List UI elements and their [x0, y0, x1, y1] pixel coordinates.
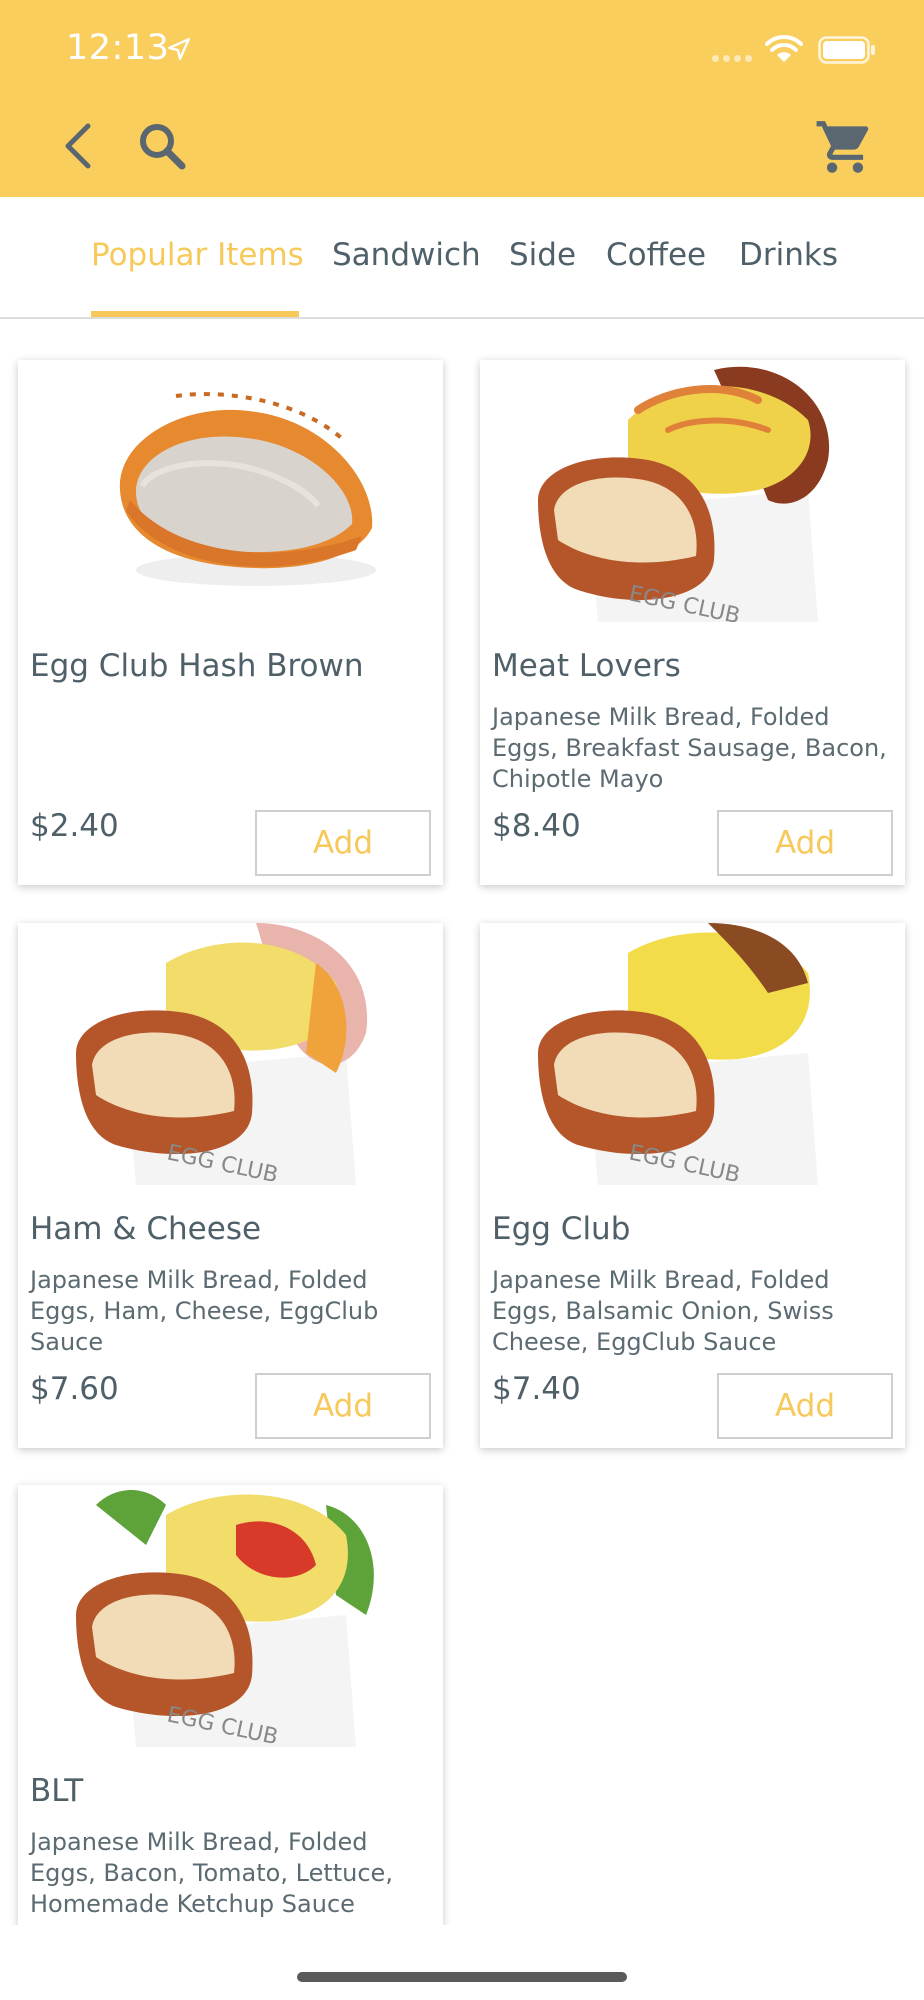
product-description: Japanese Milk Bread, Folded Eggs, Balsam…: [492, 1266, 834, 1356]
product-card-egg-club[interactable]: EGG CLUB Egg Club Japanese Milk Bread, F…: [480, 923, 905, 1448]
product-card-meat-lovers[interactable]: EGG CLUB Meat Lovers Japanese Milk Bread…: [480, 360, 905, 885]
tab-side[interactable]: Side: [509, 237, 576, 273]
product-name: Egg Club: [492, 1211, 631, 1247]
product-description: Japanese Milk Bread, Folded Eggs, Ham, C…: [30, 1266, 379, 1356]
tab-coffee[interactable]: Coffee: [606, 237, 706, 273]
wifi-icon: [765, 34, 803, 62]
tab-sandwich[interactable]: Sandwich: [332, 237, 481, 273]
product-description: Japanese Milk Bread, Folded Eggs, Breakf…: [492, 703, 887, 793]
product-card-hash-brown[interactable]: Egg Club Hash Brown $2.40 Add: [18, 360, 443, 885]
cellular-signal-icon: [712, 55, 752, 62]
product-card-ham-cheese[interactable]: EGG CLUB Ham & Cheese Japanese Milk Brea…: [18, 923, 443, 1448]
search-icon[interactable]: [136, 120, 188, 172]
product-name: BLT: [30, 1773, 84, 1809]
app-header: 12:13: [0, 0, 924, 197]
tab-popular-items[interactable]: Popular Items: [91, 237, 304, 273]
blt-sandwich-photo: EGG CLUB: [56, 1485, 415, 1747]
meat-lovers-sandwich-photo: EGG CLUB: [518, 360, 877, 622]
active-tab-indicator: [91, 311, 299, 317]
back-icon[interactable]: [58, 118, 98, 174]
add-to-cart-button[interactable]: Add: [717, 810, 893, 876]
tab-drinks[interactable]: Drinks: [739, 237, 838, 273]
home-indicator[interactable]: [297, 1972, 627, 1982]
bottom-safe-area: [0, 1925, 924, 2000]
hash-brown-photo: [56, 360, 415, 622]
add-to-cart-button[interactable]: Add: [255, 1373, 431, 1439]
status-time: 12:13: [66, 28, 170, 68]
product-price: $7.40: [492, 1371, 581, 1407]
ham-cheese-sandwich-photo: EGG CLUB: [56, 923, 415, 1185]
location-arrow-icon: [168, 38, 190, 60]
product-price: $2.40: [30, 808, 119, 844]
add-to-cart-button[interactable]: Add: [255, 810, 431, 876]
menu-screen: 12:13 Popular Items Sandwich Side Coffee…: [0, 0, 924, 2000]
add-to-cart-button[interactable]: Add: [717, 1373, 893, 1439]
product-price: $7.60: [30, 1371, 119, 1407]
product-description: Japanese Milk Bread, Folded Eggs, Bacon,…: [30, 1828, 393, 1918]
category-tabs: Popular Items Sandwich Side Coffee Drink…: [0, 197, 924, 319]
product-price: $8.40: [492, 808, 581, 844]
product-name: Ham & Cheese: [30, 1211, 262, 1247]
product-name: Meat Lovers: [492, 648, 681, 684]
product-card-blt[interactable]: EGG CLUB BLT Japanese Milk Bread, Folded…: [18, 1485, 443, 2000]
product-name: Egg Club Hash Brown: [30, 648, 364, 684]
egg-club-sandwich-photo: EGG CLUB: [518, 923, 877, 1185]
battery-icon: [818, 36, 875, 64]
cart-icon[interactable]: [814, 116, 876, 178]
